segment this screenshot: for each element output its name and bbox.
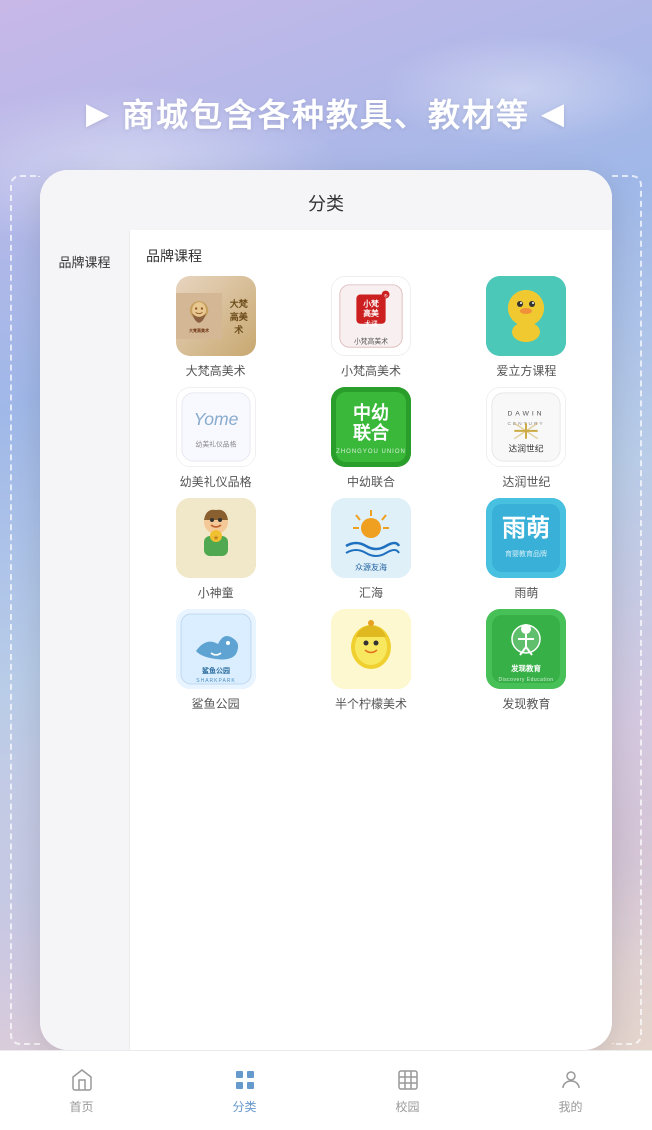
brand-name-dafan: 大梵高美术: [186, 362, 246, 379]
brand-item-bangelemon[interactable]: 半个柠檬美术: [297, 609, 444, 712]
nav-item-category[interactable]: 分类: [163, 1066, 326, 1115]
main-card: 分类 品牌课程 品牌课程: [40, 170, 612, 1050]
brand-logo-darun: DAWIN CENTURY 达润世纪: [486, 387, 566, 467]
dashed-border-right: [612, 175, 642, 1045]
brand-item-faxian[interactable]: 发现教育 Discovery Education 发现教育: [453, 609, 600, 712]
brand-logo-jingyu: 鲨鱼公园 SHARKPARK: [176, 609, 256, 689]
brand-item-youmei[interactable]: Yome 幼美礼仪品格 幼美礼仪品格: [142, 387, 289, 490]
brand-name-xiaofan: 小梵高美术: [341, 362, 401, 379]
svg-text:DAWIN: DAWIN: [508, 410, 545, 417]
brand-logo-dafan: 大梵高美术: [176, 276, 256, 356]
brand-name-ailifang: 爱立方课程: [496, 362, 556, 379]
brand-logo-bangelemon: [331, 609, 411, 689]
brand-logo-xiaoshen: ★: [176, 498, 256, 578]
nav-label-home: 首页: [69, 1098, 93, 1115]
arrow-left-icon: ▶: [86, 97, 110, 130]
nav-item-home[interactable]: 首页: [0, 1066, 163, 1115]
bottom-navigation: 首页 分类 校园: [0, 1050, 652, 1130]
svg-text:发现教育: 发现教育: [510, 663, 541, 673]
brand-logo-huihai: 众源友海: [331, 498, 411, 578]
brand-item-yumeng[interactable]: 雨萌 育婴教育品牌 雨萌: [453, 498, 600, 601]
svg-text:小梵: 小梵: [362, 298, 379, 308]
svg-text:ZHONGYOU UNION: ZHONGYOU UNION: [336, 449, 406, 455]
brand-name-bangelemon: 半个柠檬美术: [335, 695, 407, 712]
svg-text:育婴教育品牌: 育婴教育品牌: [505, 549, 547, 558]
svg-text:®: ®: [384, 292, 388, 299]
card-body: 品牌课程 品牌课程: [40, 230, 612, 1050]
nav-label-campus: 校园: [395, 1098, 419, 1115]
brand-item-jingyu[interactable]: 鲨鱼公园 SHARKPARK 鲨鱼公园: [142, 609, 289, 712]
svg-text:中幼: 中幼: [353, 402, 389, 423]
brand-logo-youmei: Yome 幼美礼仪品格: [176, 387, 256, 467]
brand-logo-ailifang: [486, 276, 566, 356]
svg-text:达润世纪: 达润世纪: [509, 442, 544, 453]
brand-item-ailifang[interactable]: 爱立方课程: [453, 276, 600, 379]
sidebar-item-brand-courses[interactable]: 品牌课程: [40, 238, 129, 285]
brand-grid: 大梵高美术 大梵高美术 小梵 高美: [138, 276, 604, 712]
brand-item-huihai[interactable]: 众源友海 汇海: [297, 498, 444, 601]
brand-item-zhongyou[interactable]: 中幼 联合 ZHONGYOU UNION 中幼联合: [297, 387, 444, 490]
brand-item-dafan[interactable]: 大梵高美术 大梵高美术: [142, 276, 289, 379]
brand-logo-xiaofan: 小梵 高美 术课 ® 小梵高美术: [331, 276, 411, 356]
svg-text:术课: 术课: [364, 319, 378, 328]
arrow-right-icon: ◀: [542, 97, 566, 130]
svg-text:★: ★: [213, 534, 219, 542]
brand-name-xiaoshen: 小神童: [198, 584, 234, 601]
mine-icon: [557, 1066, 585, 1094]
brand-item-xiaofan[interactable]: 小梵 高美 术课 ® 小梵高美术 小梵高美术: [297, 276, 444, 379]
svg-text:雨萌: 雨萌: [502, 515, 550, 542]
campus-icon: [394, 1066, 422, 1094]
brand-logo-zhongyou: 中幼 联合 ZHONGYOU UNION: [331, 387, 411, 467]
svg-text:Yome: Yome: [193, 409, 238, 429]
brand-name-huihai: 汇海: [359, 584, 383, 601]
brand-name-zhongyou: 中幼联合: [347, 473, 395, 490]
svg-text:鲨鱼公园: 鲨鱼公园: [202, 666, 230, 675]
svg-text:众源友海: 众源友海: [355, 562, 387, 572]
svg-text:小梵高美术: 小梵高美术: [354, 336, 388, 345]
svg-text:SHARKPARK: SHARKPARK: [196, 678, 235, 684]
brand-logo-yumeng: 雨萌 育婴教育品牌: [486, 498, 566, 578]
header-title: 商城包含各种教具、教材等: [122, 90, 530, 136]
brand-name-jingyu: 鲨鱼公园: [192, 695, 240, 712]
section-title-brand: 品牌课程: [138, 242, 604, 276]
header-banner: ▶ 商城包含各种教具、教材等 ◀: [0, 90, 652, 136]
nav-item-mine[interactable]: 我的: [489, 1066, 652, 1115]
brand-item-xiaoshen[interactable]: ★ 小神童: [142, 498, 289, 601]
home-icon: [68, 1066, 96, 1094]
brand-item-darun[interactable]: DAWIN CENTURY 达润世纪 达润世纪: [453, 387, 600, 490]
brand-name-darun: 达润世纪: [502, 473, 550, 490]
brand-name-yumeng: 雨萌: [514, 584, 538, 601]
nav-item-campus[interactable]: 校园: [326, 1066, 489, 1115]
nav-label-mine: 我的: [558, 1098, 582, 1115]
card-title: 分类: [40, 170, 612, 230]
nav-label-category: 分类: [232, 1098, 256, 1115]
brand-name-faxian: 发现教育: [502, 695, 550, 712]
svg-text:幼美礼仪品格: 幼美礼仪品格: [195, 440, 236, 449]
svg-text:高美: 高美: [363, 308, 379, 318]
category-sidebar: 品牌课程: [40, 230, 130, 1050]
svg-text:Discovery Education: Discovery Education: [499, 677, 554, 683]
dashed-border-left: [10, 175, 40, 1045]
category-icon: [231, 1066, 259, 1094]
brand-courses-content: 品牌课程: [130, 230, 612, 1050]
svg-text:大梵高美术: 大梵高美术: [189, 327, 209, 333]
brand-logo-faxian: 发现教育 Discovery Education: [486, 609, 566, 689]
brand-name-youmei: 幼美礼仪品格: [180, 473, 252, 490]
svg-text:联合: 联合: [353, 422, 390, 443]
